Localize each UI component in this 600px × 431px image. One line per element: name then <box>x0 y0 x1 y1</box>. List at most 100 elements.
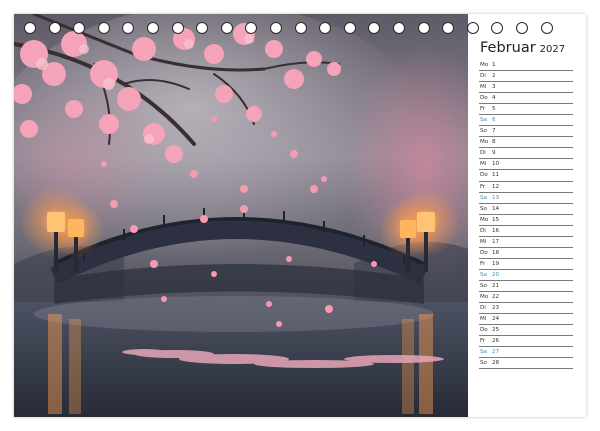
day-number: 4 <box>492 95 496 102</box>
binding-ring <box>24 22 36 34</box>
weekday-label: So <box>480 360 487 367</box>
day-row: Mo 1 <box>479 60 573 72</box>
binding-ring <box>540 22 553 34</box>
day-row: Di 9 <box>479 148 573 160</box>
binding-ring <box>319 22 332 34</box>
weekday-label: Mi <box>480 161 487 168</box>
day-number: 19 <box>492 260 500 267</box>
day-row: Mi 24 <box>479 314 573 326</box>
day-row: Do 11 <box>479 170 573 182</box>
day-row: Mi 10 <box>479 159 573 171</box>
day-number: 27 <box>492 349 500 356</box>
day-row: Di 23 <box>479 303 573 315</box>
day-row: Mo 15 <box>479 215 573 226</box>
day-number: 3 <box>492 84 496 91</box>
binding-ring <box>270 22 282 34</box>
month-name: Februar <box>480 40 536 56</box>
day-row: Fr 12 <box>479 182 573 193</box>
binding-ring <box>491 22 504 34</box>
weekday-label: So <box>480 128 487 135</box>
day-row: Do 18 <box>479 248 573 259</box>
year-label: 2027 <box>539 44 566 55</box>
binding-ring <box>393 22 405 34</box>
weekday-label: Mo <box>480 139 489 146</box>
day-number: 17 <box>492 238 500 245</box>
weekday-label: Fr <box>480 260 486 267</box>
weekday-label: Mo <box>480 293 489 300</box>
day-number: 12 <box>492 183 500 190</box>
day-number: 25 <box>492 327 500 334</box>
weekday-label: Fr <box>480 106 486 113</box>
weekday-label: Mi <box>480 84 487 91</box>
day-number: 18 <box>492 249 500 256</box>
day-list: Mo 1 Di 2 Mi 3 Do 4 Fr 5 Sa 6 So 7 Mo 8 Di 9 Mi 10 Do 11 Fr 12 S… <box>479 60 573 370</box>
day-row: Di 2 <box>479 71 573 83</box>
day-row: So 21 <box>479 281 573 292</box>
weekday-label: Di <box>480 150 486 157</box>
weekday-label: Mo <box>480 216 489 223</box>
day-number: 2 <box>492 73 496 80</box>
day-row: So 14 <box>479 204 573 215</box>
weekday-label: Di <box>480 73 486 80</box>
binding-ring <box>196 22 209 34</box>
weekday-label: Mi <box>480 316 487 323</box>
day-number: 20 <box>492 271 500 278</box>
binding-ring <box>294 22 307 34</box>
day-row: Fr 19 <box>479 259 573 270</box>
binding-ring <box>466 22 479 34</box>
day-number: 15 <box>492 216 500 223</box>
day-number: 21 <box>492 282 500 289</box>
day-number: 28 <box>492 360 500 367</box>
day-row: Mo 8 <box>479 137 573 149</box>
day-number: 9 <box>492 150 496 157</box>
day-number: 26 <box>492 338 500 345</box>
day-row: Fr 26 <box>479 336 573 348</box>
day-row: Sa 20 <box>479 270 573 281</box>
weekday-label: Fr <box>480 183 486 190</box>
day-number: 24 <box>492 316 500 323</box>
binding-ring <box>417 22 430 34</box>
day-number: 7 <box>492 128 496 135</box>
weekday-label: Do <box>480 327 488 334</box>
day-number: 5 <box>492 106 496 113</box>
binding-ring <box>516 22 528 34</box>
weekday-label: Sa <box>480 194 487 201</box>
binding-ring <box>122 22 135 34</box>
day-row: Sa 6 <box>479 115 573 127</box>
day-row: So 7 <box>479 126 573 138</box>
weekday-label: Di <box>480 305 486 312</box>
binding-ring <box>171 22 184 34</box>
day-number: 11 <box>492 172 500 179</box>
binding-ring <box>48 22 61 34</box>
binding-ring <box>97 22 110 34</box>
binding-ring <box>245 22 258 34</box>
binding-ring <box>343 22 356 34</box>
weekday-label: Do <box>480 95 488 102</box>
weekday-label: Sa <box>480 117 487 124</box>
weekday-label: So <box>480 282 487 289</box>
day-row: Di 16 <box>479 226 573 237</box>
weekday-label: Fr <box>480 338 486 345</box>
binding-ring <box>73 22 86 34</box>
day-number: 8 <box>492 139 496 146</box>
day-row: Do 25 <box>479 325 573 337</box>
weekday-label: Di <box>480 227 486 234</box>
weekday-label: Sa <box>480 271 487 278</box>
day-row: Sa 13 <box>479 193 573 204</box>
day-number: 23 <box>492 305 500 312</box>
day-number: 10 <box>492 161 500 168</box>
day-row: So 28 <box>479 358 573 370</box>
day-number: 13 <box>492 194 500 201</box>
binding-ring <box>147 22 159 34</box>
day-number: 6 <box>492 117 496 124</box>
day-row: Sa 27 <box>479 347 573 359</box>
weekday-label: Mo <box>480 62 489 68</box>
weekday-label: So <box>480 205 487 212</box>
weekday-label: Mi <box>480 238 487 245</box>
day-number: 16 <box>492 227 500 234</box>
day-row: Fr 5 <box>479 104 573 116</box>
day-row: Mi 17 <box>479 237 573 248</box>
month-title: Februar 2027 <box>480 40 565 56</box>
day-row: Mo 22 <box>479 292 573 304</box>
binding-ring <box>368 22 381 34</box>
